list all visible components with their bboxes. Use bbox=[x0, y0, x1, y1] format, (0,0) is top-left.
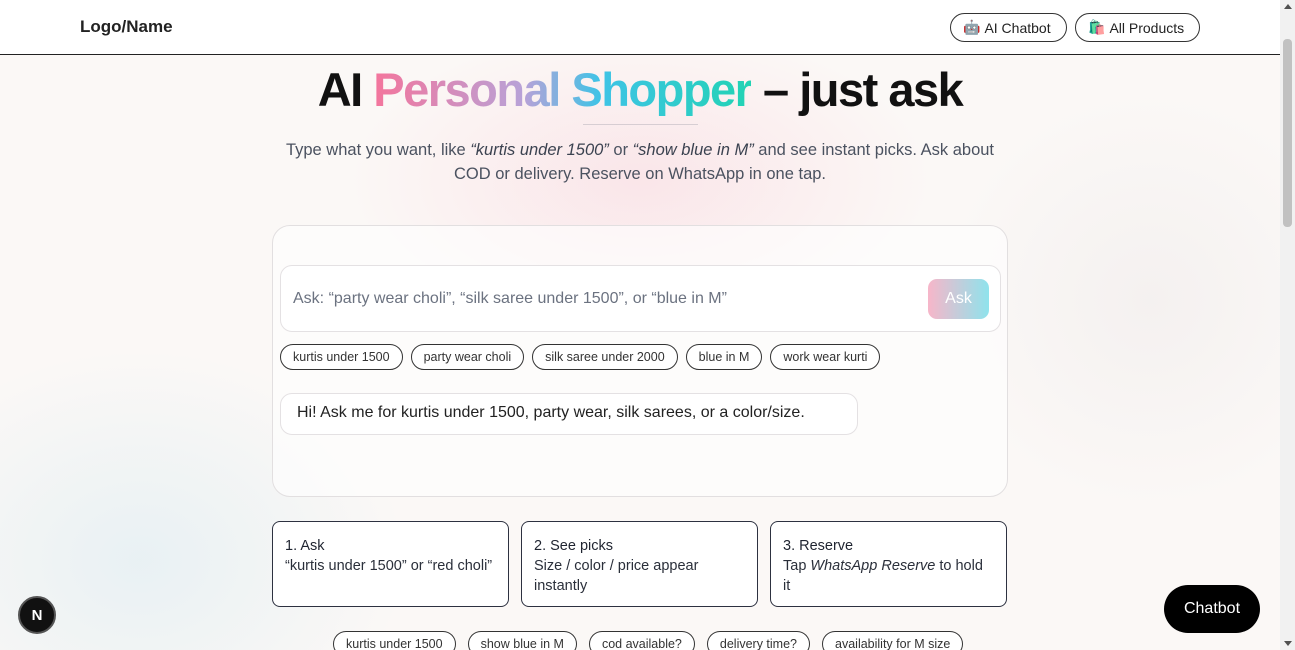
subtitle-example-1: “kurtis under 1500” bbox=[470, 141, 609, 159]
title-start: AI bbox=[317, 63, 374, 116]
ask-button[interactable]: Ask bbox=[928, 279, 989, 319]
suggestion-chip[interactable]: silk saree under 2000 bbox=[532, 344, 678, 370]
step-text: Size / color / price appear instantly bbox=[534, 558, 699, 594]
step-card-ask: 1. Ask “kurtis under 1500” or “red choli… bbox=[272, 521, 509, 607]
suggestion-chip[interactable]: party wear choli bbox=[410, 344, 525, 370]
page-scrollbar[interactable] bbox=[1280, 0, 1295, 650]
all-products-nav-label: All Products bbox=[1109, 19, 1185, 36]
step-card-reserve: 3. Reserve Tap WhatsApp Reserve to hold … bbox=[770, 521, 1007, 607]
step-title: 1. Ask bbox=[285, 538, 325, 554]
quick-query-chip[interactable]: delivery time? bbox=[706, 631, 811, 650]
page-title: AI Personal Shopper – just ask bbox=[0, 62, 1280, 117]
scroll-down-arrow-icon[interactable] bbox=[1284, 641, 1292, 646]
robot-icon: 🤖 bbox=[963, 19, 981, 35]
suggestion-chips: kurtis under 1500 party wear choli silk … bbox=[280, 344, 881, 370]
shopping-bags-icon: 🛍️ bbox=[1088, 19, 1106, 35]
ask-bar: Ask bbox=[280, 265, 1001, 332]
step-text-pre: Tap bbox=[783, 558, 811, 574]
quick-query-chip[interactable]: show blue in M bbox=[467, 631, 577, 650]
quick-query-chip[interactable]: availability for M size bbox=[822, 631, 964, 650]
step-text: “kurtis under 1500” or “red choli” bbox=[285, 558, 493, 574]
site-header: Logo/Name 🤖 AI Chatbot 🛍️ All Products bbox=[0, 0, 1280, 55]
subtitle-example-2: “show blue in M” bbox=[632, 141, 754, 159]
quick-query-chips: kurtis under 1500 show blue in M cod ava… bbox=[333, 631, 964, 650]
title-end: – just ask bbox=[751, 63, 964, 116]
subtitle-text-1: Type what you want, like bbox=[285, 141, 471, 159]
ask-input[interactable] bbox=[293, 286, 913, 312]
scroll-up-arrow-icon[interactable] bbox=[1284, 4, 1292, 9]
hero-subtitle: Type what you want, like “kurtis under 1… bbox=[270, 138, 1010, 186]
quick-query-chip[interactable]: kurtis under 1500 bbox=[333, 631, 456, 650]
step-card-see-picks: 2. See picks Size / color / price appear… bbox=[521, 521, 758, 607]
subtitle-text-2: or bbox=[608, 141, 633, 159]
suggestion-chip[interactable]: blue in M bbox=[685, 344, 763, 370]
ai-chatbot-nav-button[interactable]: 🤖 AI Chatbot bbox=[950, 13, 1067, 42]
all-products-nav-button[interactable]: 🛍️ All Products bbox=[1075, 13, 1200, 42]
chat-card: Ask kurtis under 1500 party wear choli s… bbox=[272, 225, 1008, 497]
scrollbar-thumb[interactable] bbox=[1283, 39, 1292, 227]
suggestion-chip[interactable]: work wear kurti bbox=[770, 344, 881, 370]
site-logo[interactable]: Logo/Name bbox=[80, 17, 173, 37]
page: Logo/Name 🤖 AI Chatbot 🛍️ All Products A… bbox=[0, 0, 1280, 650]
step-title: 2. See picks bbox=[534, 538, 613, 554]
step-title: 3. Reserve bbox=[783, 538, 854, 554]
title-underline bbox=[583, 124, 698, 125]
bot-message: Hi! Ask me for kurtis under 1500, party … bbox=[280, 393, 858, 435]
nextjs-dev-badge-icon[interactable]: N bbox=[18, 596, 56, 634]
quick-query-chip[interactable]: cod available? bbox=[588, 631, 695, 650]
step-text-em: WhatsApp Reserve bbox=[810, 558, 936, 574]
suggestion-chip[interactable]: kurtis under 1500 bbox=[280, 344, 403, 370]
ai-chatbot-nav-label: AI Chatbot bbox=[984, 19, 1051, 36]
chatbot-floating-button[interactable]: Chatbot bbox=[1164, 585, 1260, 633]
title-gradient-text: Personal Shopper bbox=[373, 63, 753, 116]
